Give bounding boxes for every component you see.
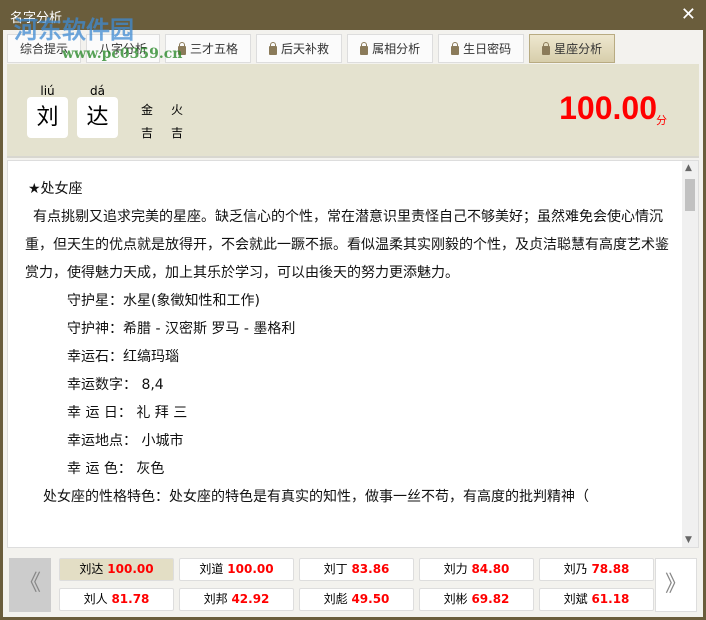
candidate-name: 刘道 <box>199 562 224 576</box>
lock-icon <box>542 41 551 55</box>
lock-icon <box>451 41 460 55</box>
tab-3[interactable]: 后天补救 <box>256 34 343 63</box>
scroll-thumb[interactable] <box>685 179 695 211</box>
candidate-name: 刘彪 <box>323 592 348 606</box>
fact-line: 幸运数字： 8,4 <box>67 377 164 393</box>
luck: 吉 <box>141 126 154 140</box>
analysis-content: ★处女座 有点挑剔又追求完美的星座。缺乏信心的个性，常在潜意识里责怪自己不够美好… <box>7 160 699 548</box>
analysis-text: ★处女座 有点挑剔又追求完美的星座。缺乏信心的个性，常在潜意识里责怪自己不够美好… <box>8 161 698 511</box>
candidate-score: 100.00 <box>227 562 274 576</box>
close-icon[interactable]: ✕ <box>681 4 696 25</box>
heading: ★处女座 <box>28 181 83 197</box>
candidate-score: 83.86 <box>351 562 390 576</box>
candidate-name-button[interactable]: 刘邦 42.92 <box>179 588 294 611</box>
candidate-name-button[interactable]: 刘乃 78.88 <box>539 558 654 581</box>
tab-6[interactable]: 星座分析 <box>529 34 616 63</box>
candidate-name: 刘达 <box>79 562 104 576</box>
scroll-down-icon[interactable]: ▼ <box>685 535 692 545</box>
candidate-name: 刘乃 <box>563 562 588 576</box>
partial-paragraph: 处女座的性格特色：处女座的特色是有真实的知性，做事一丝不苟，有高度的批判精神（ <box>43 489 589 505</box>
candidate-name-button[interactable]: 刘丁 83.86 <box>299 558 414 581</box>
tab-5[interactable]: 生日密码 <box>438 34 525 63</box>
candidate-score: 78.88 <box>591 562 630 576</box>
fact-line: 幸运地点： 小城市 <box>67 433 184 449</box>
watermark-logo: 河东软件园 <box>14 15 134 44</box>
candidate-score: 61.18 <box>591 592 630 606</box>
candidate-score: 49.50 <box>351 592 390 606</box>
candidate-name: 刘彬 <box>443 592 468 606</box>
name-header: liú 刘 dá 达 金 火 吉 吉 100.00 分 <box>7 64 699 158</box>
lock-icon <box>269 41 278 55</box>
fact-line: 幸 运 色： 灰色 <box>67 461 165 477</box>
tab-4[interactable]: 属相分析 <box>347 34 434 63</box>
pinyin: liú <box>40 84 55 98</box>
fact-line: 守护星：水星(象徵知性和工作) <box>67 293 260 309</box>
candidate-score: 81.78 <box>111 592 150 606</box>
next-page-button[interactable]: 》 <box>655 558 697 612</box>
scroll-up-icon[interactable]: ▲ <box>685 163 692 173</box>
candidate-name: 刘力 <box>443 562 468 576</box>
tab-label: 星座分析 <box>554 42 603 56</box>
candidate-name: 刘邦 <box>203 592 228 606</box>
candidate-name: 刘斌 <box>563 592 588 606</box>
tab-label: 属相分析 <box>372 42 421 56</box>
candidate-score: 42.92 <box>231 592 270 606</box>
candidate-name-button[interactable]: 刘达 100.00 <box>59 558 174 581</box>
fact-line: 守护神：希腊 - 汉密斯 罗马 - 墨格利 <box>67 321 296 337</box>
fact-line: 幸运石：红缟玛瑙 <box>67 349 179 365</box>
window-body: 综合提示 八字分析 三才五格 后天补救 属相分析 生日密码 星座分析 liú 刘 dá 达 … <box>3 30 703 617</box>
tab-label: 后天补救 <box>281 42 330 56</box>
candidate-score: 100.00 <box>107 562 154 576</box>
name-analysis-window: 名字分析 ✕ 综合提示 八字分析 三才五格 后天补救 属相分析 生日密码 星座分析 liú … <box>0 0 706 620</box>
score: 100.00 <box>559 90 657 126</box>
candidate-name-button[interactable]: 刘道 100.00 <box>179 558 294 581</box>
candidate-name: 刘人 <box>83 592 108 606</box>
score-unit: 分 <box>656 114 667 127</box>
candidate-name-button[interactable]: 刘力 84.80 <box>419 558 534 581</box>
name-char: 达 <box>77 97 118 138</box>
pinyin: dá <box>90 84 105 98</box>
fact-line: 幸 运 日： 礼 拜 三 <box>67 405 188 421</box>
candidate-score: 84.80 <box>471 562 510 576</box>
scrollbar[interactable]: ▲ ▼ <box>682 161 698 547</box>
name-char: 刘 <box>27 97 68 138</box>
candidate-grid: 刘达 100.00 刘道 100.00 刘丁 83.86 刘力 84.80 刘乃 78.… <box>59 558 654 611</box>
element: 火 <box>171 103 184 117</box>
candidate-name-button[interactable]: 刘斌 61.18 <box>539 588 654 611</box>
prev-page-button[interactable]: 《 <box>9 558 51 612</box>
luck: 吉 <box>171 126 184 140</box>
element: 金 <box>141 103 154 117</box>
tab-label: 生日密码 <box>463 42 512 56</box>
paragraph: 有点挑剔又追求完美的星座。缺乏信心的个性，常在潜意识里责怪自己不够美好；虽然难免… <box>25 209 669 281</box>
candidate-name-button[interactable]: 刘人 81.78 <box>59 588 174 611</box>
candidate-name-button[interactable]: 刘彪 49.50 <box>299 588 414 611</box>
lock-icon <box>360 41 369 55</box>
candidate-panel: 《 刘达 100.00 刘道 100.00 刘丁 83.86 刘力 84.80 刘乃 7… <box>7 552 699 615</box>
candidate-name-button[interactable]: 刘彬 69.82 <box>419 588 534 611</box>
tab-label: 三才五格 <box>190 42 239 56</box>
candidate-score: 69.82 <box>471 592 510 606</box>
watermark-url: www.pc0359.cn <box>62 46 183 62</box>
candidate-name: 刘丁 <box>323 562 348 576</box>
